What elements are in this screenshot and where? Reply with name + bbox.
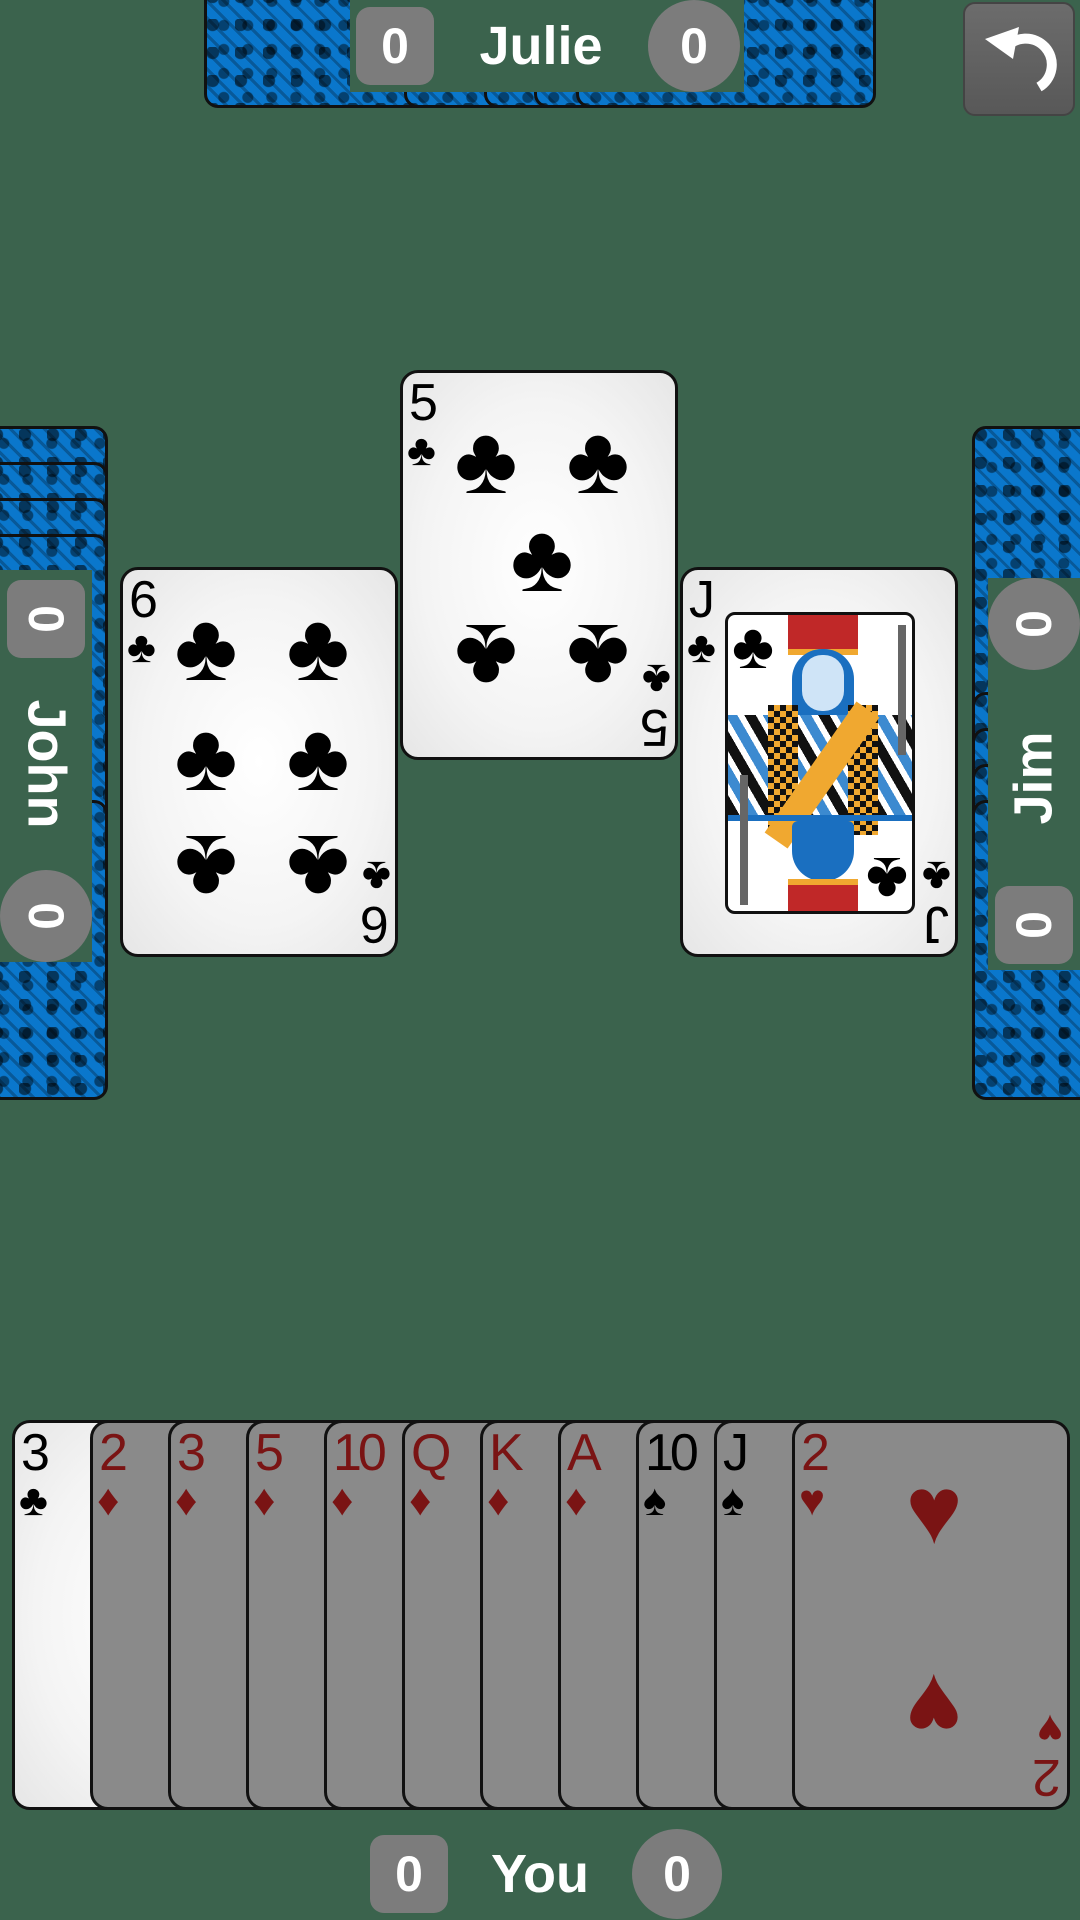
card-rank: 6	[364, 895, 389, 953]
west-player-name: John	[16, 699, 76, 829]
club-icon: ♣	[174, 815, 238, 922]
diamond-icon: ♦	[565, 1476, 588, 1525]
card-rank: 3	[177, 1424, 206, 1482]
card-rank: Q	[411, 1424, 452, 1482]
heart-icon: ♥	[799, 1476, 826, 1525]
east-player-plate: 0 Jim 0	[988, 578, 1080, 970]
club-icon: ♣	[454, 407, 518, 514]
diamond-icon: ♦	[409, 1476, 432, 1525]
card-rank: 10	[645, 1424, 699, 1482]
card-rank: 5	[255, 1424, 284, 1482]
north-player-plate: 0 Julie 0	[350, 0, 744, 92]
undo-arrow-icon	[985, 27, 1057, 92]
south-player-plate: 0 You 0	[370, 1828, 722, 1920]
west-score-left: 0	[7, 580, 85, 658]
diamond-icon: ♦	[253, 1476, 276, 1525]
north-score-left: 0	[356, 7, 434, 85]
trick-card-west: 6 ♣ ♣ ♣ ♣ ♣ ♣ ♣ ♣ 6	[120, 567, 398, 957]
card-rank: A	[567, 1424, 602, 1482]
west-score-right: 0	[0, 870, 92, 962]
north-player-name: Julie	[479, 16, 603, 76]
card-rank: J	[927, 895, 949, 953]
spade-icon: ♠	[721, 1476, 745, 1525]
club-icon: ♣	[286, 594, 350, 701]
card-rank: J	[723, 1424, 749, 1482]
club-icon: ♣	[286, 815, 350, 922]
diamond-icon: ♦	[97, 1476, 120, 1525]
trick-card-north: 5 ♣ ♣ ♣ ♣ ♣ ♣ ♣ 5	[400, 370, 678, 760]
south-player-name: You	[491, 1844, 589, 1904]
card-rank: 2	[99, 1424, 128, 1482]
spade-icon: ♠	[643, 1476, 667, 1525]
jack-illustration: ♣ ♣	[725, 612, 915, 914]
club-icon: ♣	[407, 426, 436, 475]
card-rank: 10	[333, 1424, 387, 1482]
club-icon: ♣	[687, 623, 716, 672]
club-icon: ♣	[866, 844, 908, 914]
club-icon: ♣	[127, 623, 156, 672]
diamond-icon: ♦	[331, 1476, 354, 1525]
diamond-icon: ♦	[175, 1476, 198, 1525]
club-icon: ♣	[174, 704, 238, 811]
hand-card[interactable]: 2 ♥ ♥ ♥ ♥ 2	[792, 1420, 1070, 1810]
player-hand: 3 ♣ 2 ♦ 3 ♦ 5 ♦ 10 ♦ Q ♦ K ♦ A ♦ 10 ♠ J ♠ 2 ♥ ♥ ♥ ♥ 2	[12, 1420, 1072, 1810]
club-icon: ♣	[286, 704, 350, 811]
club-icon: ♣	[510, 505, 574, 612]
club-icon: ♣	[174, 594, 238, 701]
club-icon: ♣	[19, 1476, 48, 1525]
undo-button[interactable]	[963, 2, 1075, 116]
north-score-right: 0	[648, 0, 740, 92]
heart-icon: ♥	[905, 1457, 963, 1564]
east-score-right: 0	[988, 578, 1080, 670]
trick-card-east: J ♣ ♣ ♣ ♣ J	[680, 567, 958, 957]
card-rank: 5	[409, 374, 438, 432]
club-icon: ♣	[566, 604, 630, 711]
card-rank: 2	[801, 1424, 830, 1482]
club-icon: ♣	[922, 852, 951, 901]
club-icon: ♣	[566, 407, 630, 514]
card-rank: K	[489, 1424, 524, 1482]
east-player-name: Jim	[1004, 731, 1064, 825]
east-score-left: 0	[995, 886, 1073, 964]
card-rank: 6	[129, 571, 158, 629]
card-rank: 3	[21, 1424, 50, 1482]
heart-icon: ♥	[1036, 1705, 1063, 1754]
south-score-right: 0	[631, 1829, 722, 1919]
card-rank: 2	[1036, 1748, 1061, 1806]
heart-icon: ♥	[905, 1654, 963, 1761]
club-icon: ♣	[732, 612, 774, 682]
club-icon: ♣	[362, 852, 391, 901]
diamond-icon: ♦	[487, 1476, 510, 1525]
club-icon: ♣	[454, 604, 518, 711]
west-player-plate: 0 John 0	[0, 570, 92, 962]
club-icon: ♣	[642, 655, 671, 704]
card-rank: J	[689, 571, 715, 629]
south-score-left: 0	[370, 1835, 448, 1913]
card-rank: 5	[644, 698, 669, 756]
